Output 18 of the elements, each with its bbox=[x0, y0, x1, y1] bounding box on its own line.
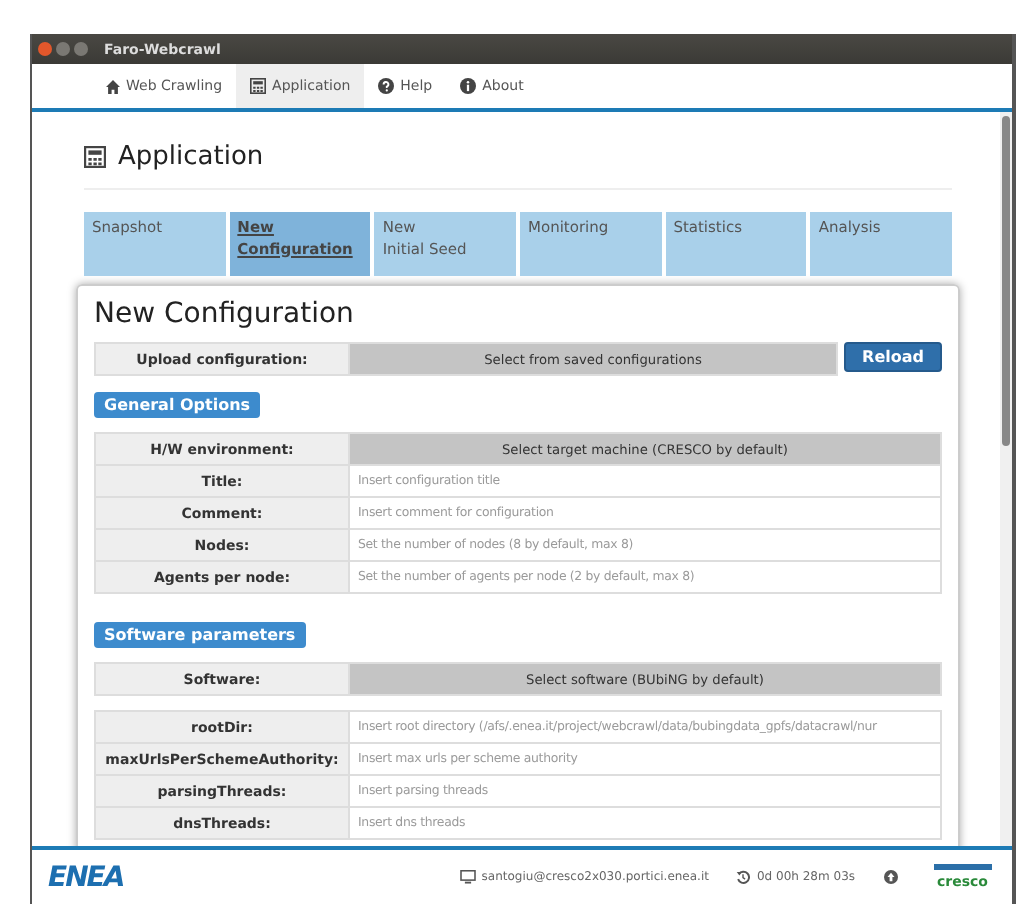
section-heading: General Options bbox=[94, 392, 261, 418]
section-heading: Software parameters bbox=[94, 622, 306, 648]
help-icon bbox=[378, 78, 395, 94]
calculator-icon bbox=[84, 146, 106, 168]
card-title: New Configuration bbox=[94, 298, 356, 330]
page-heading: Application bbox=[118, 142, 264, 172]
info-icon bbox=[460, 78, 477, 94]
close-button[interactable] bbox=[38, 42, 52, 56]
monitor-icon bbox=[459, 870, 476, 884]
maximize-button[interactable] bbox=[74, 42, 88, 56]
scrollbar[interactable] bbox=[1000, 112, 1012, 846]
calculator-icon bbox=[250, 78, 267, 94]
home-icon bbox=[106, 79, 120, 93]
reload-button[interactable]: Reload bbox=[844, 342, 942, 372]
logo: ENEA bbox=[48, 861, 124, 893]
upload-icon[interactable] bbox=[883, 870, 898, 884]
history-icon bbox=[736, 870, 751, 884]
minimize-button[interactable] bbox=[56, 42, 70, 56]
